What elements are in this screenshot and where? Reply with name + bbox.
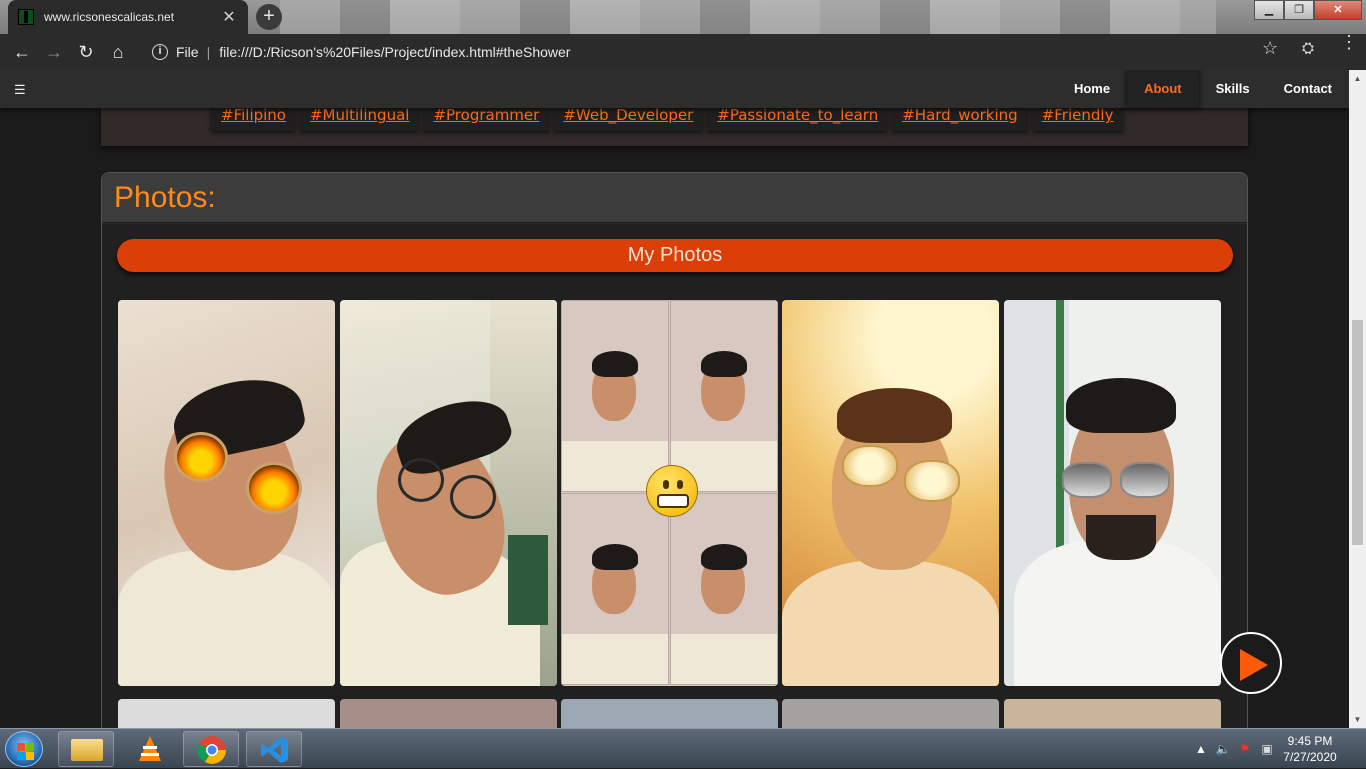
nav-links: Home About Skills Contact (1057, 70, 1349, 108)
start-button[interactable] (5, 731, 43, 767)
gallery-photo-10[interactable] (1004, 699, 1221, 728)
gallery-photo-4[interactable] (782, 300, 999, 686)
vscode-taskbar-button[interactable] (246, 731, 302, 767)
nav-contact-link[interactable]: Contact (1267, 70, 1349, 108)
nav-skills-link[interactable]: Skills (1199, 70, 1267, 108)
browser-menu-icon[interactable]: ⋮ (1340, 33, 1358, 51)
clock[interactable]: 9:45 PM 7/27/2020 (1278, 733, 1342, 765)
window-controls: ▁ ❐ ✕ (1254, 0, 1362, 20)
browser-titlebar: www.ricsonescalicas.net ✕ + ▁ ❐ ✕ (0, 0, 1366, 34)
back-icon[interactable]: ← (6, 36, 38, 68)
scheme-label: File (176, 44, 199, 60)
vscode-icon (261, 737, 288, 763)
browser-tab[interactable]: www.ricsonescalicas.net ✕ (8, 0, 248, 34)
reload-icon[interactable]: ↻ (70, 36, 102, 68)
background-tabs (280, 0, 1216, 34)
nav-home-link[interactable]: Home (1057, 70, 1127, 108)
scroll-thumb[interactable] (1352, 320, 1363, 545)
scroll-down-icon[interactable]: ▼ (1349, 711, 1366, 728)
minimize-button[interactable]: ▁ (1254, 0, 1284, 20)
my-photos-button[interactable]: My Photos (117, 239, 1233, 272)
windows-taskbar: ▲ 🔈 ⚑ ▣ 9:45 PM 7/27/2020 (0, 728, 1366, 768)
gallery-photo-8[interactable] (561, 699, 778, 728)
maximize-button[interactable]: ❐ (1284, 0, 1314, 20)
chrome-taskbar-button[interactable] (183, 731, 239, 767)
system-tray: ▲ 🔈 ⚑ ▣ 9:45 PM 7/27/2020 (1190, 729, 1366, 769)
address-bar[interactable]: i File | file:///D:/Ricson's%20Files/Pro… (140, 38, 1290, 66)
page-scrollbar[interactable]: ▲ ▼ (1349, 70, 1366, 728)
address-separator: | (206, 44, 211, 60)
play-icon (1240, 649, 1268, 681)
clock-time: 9:45 PM (1287, 734, 1333, 748)
play-button[interactable] (1220, 632, 1282, 694)
tab-title: www.ricsonescalicas.net (44, 10, 175, 24)
grimacing-emoji-icon (646, 465, 698, 517)
gallery-photo-3[interactable] (561, 300, 778, 686)
photos-panel: Photos: My Photos (101, 172, 1248, 728)
site-navbar: ☰ Home About Skills Contact (0, 70, 1349, 108)
scroll-up-icon[interactable]: ▲ (1349, 70, 1366, 87)
gallery-photo-1[interactable] (118, 300, 335, 686)
incognito-icon[interactable]: ⛭ (1302, 40, 1314, 57)
vlc-icon (139, 736, 161, 761)
gallery-photo-9[interactable] (782, 699, 999, 728)
close-window-button[interactable]: ✕ (1314, 0, 1362, 20)
gallery-photo-5[interactable] (1004, 300, 1221, 686)
chrome-icon (197, 736, 226, 764)
gallery-photo-2[interactable] (340, 300, 557, 686)
folder-icon (71, 739, 103, 761)
forward-icon[interactable]: → (38, 36, 70, 68)
home-icon[interactable]: ⌂ (102, 36, 134, 68)
hamburger-menu-icon[interactable]: ☰ (14, 82, 26, 98)
info-icon[interactable]: i (152, 44, 168, 60)
photos-header: Photos: (102, 173, 1247, 223)
clock-date: 7/27/2020 (1283, 750, 1337, 764)
photos-body: My Photos (102, 224, 1247, 728)
photos-heading: Photos: (114, 181, 216, 214)
site-favicon-icon (18, 9, 34, 25)
page-viewport: #Filipino #Multilingual #Programmer #Web… (0, 70, 1349, 728)
bookmark-star-icon[interactable]: ☆ (1262, 38, 1278, 59)
tab-close-icon[interactable]: ✕ (220, 7, 238, 27)
network-icon[interactable]: ▣ (1256, 742, 1278, 756)
new-tab-button[interactable]: + (256, 4, 282, 30)
url-text[interactable]: file:///D:/Ricson's%20Files/Project/inde… (219, 44, 570, 60)
gallery-photo-6[interactable] (118, 699, 335, 728)
vlc-taskbar-button[interactable] (122, 731, 178, 767)
tray-expand-icon[interactable]: ▲ (1190, 742, 1212, 756)
action-center-icon[interactable]: ⚑ (1234, 742, 1256, 756)
volume-icon[interactable]: 🔈 (1212, 742, 1234, 756)
nav-about-link[interactable]: About (1127, 70, 1199, 108)
file-explorer-taskbar-button[interactable] (58, 731, 114, 767)
gallery-photo-7[interactable] (340, 699, 557, 728)
